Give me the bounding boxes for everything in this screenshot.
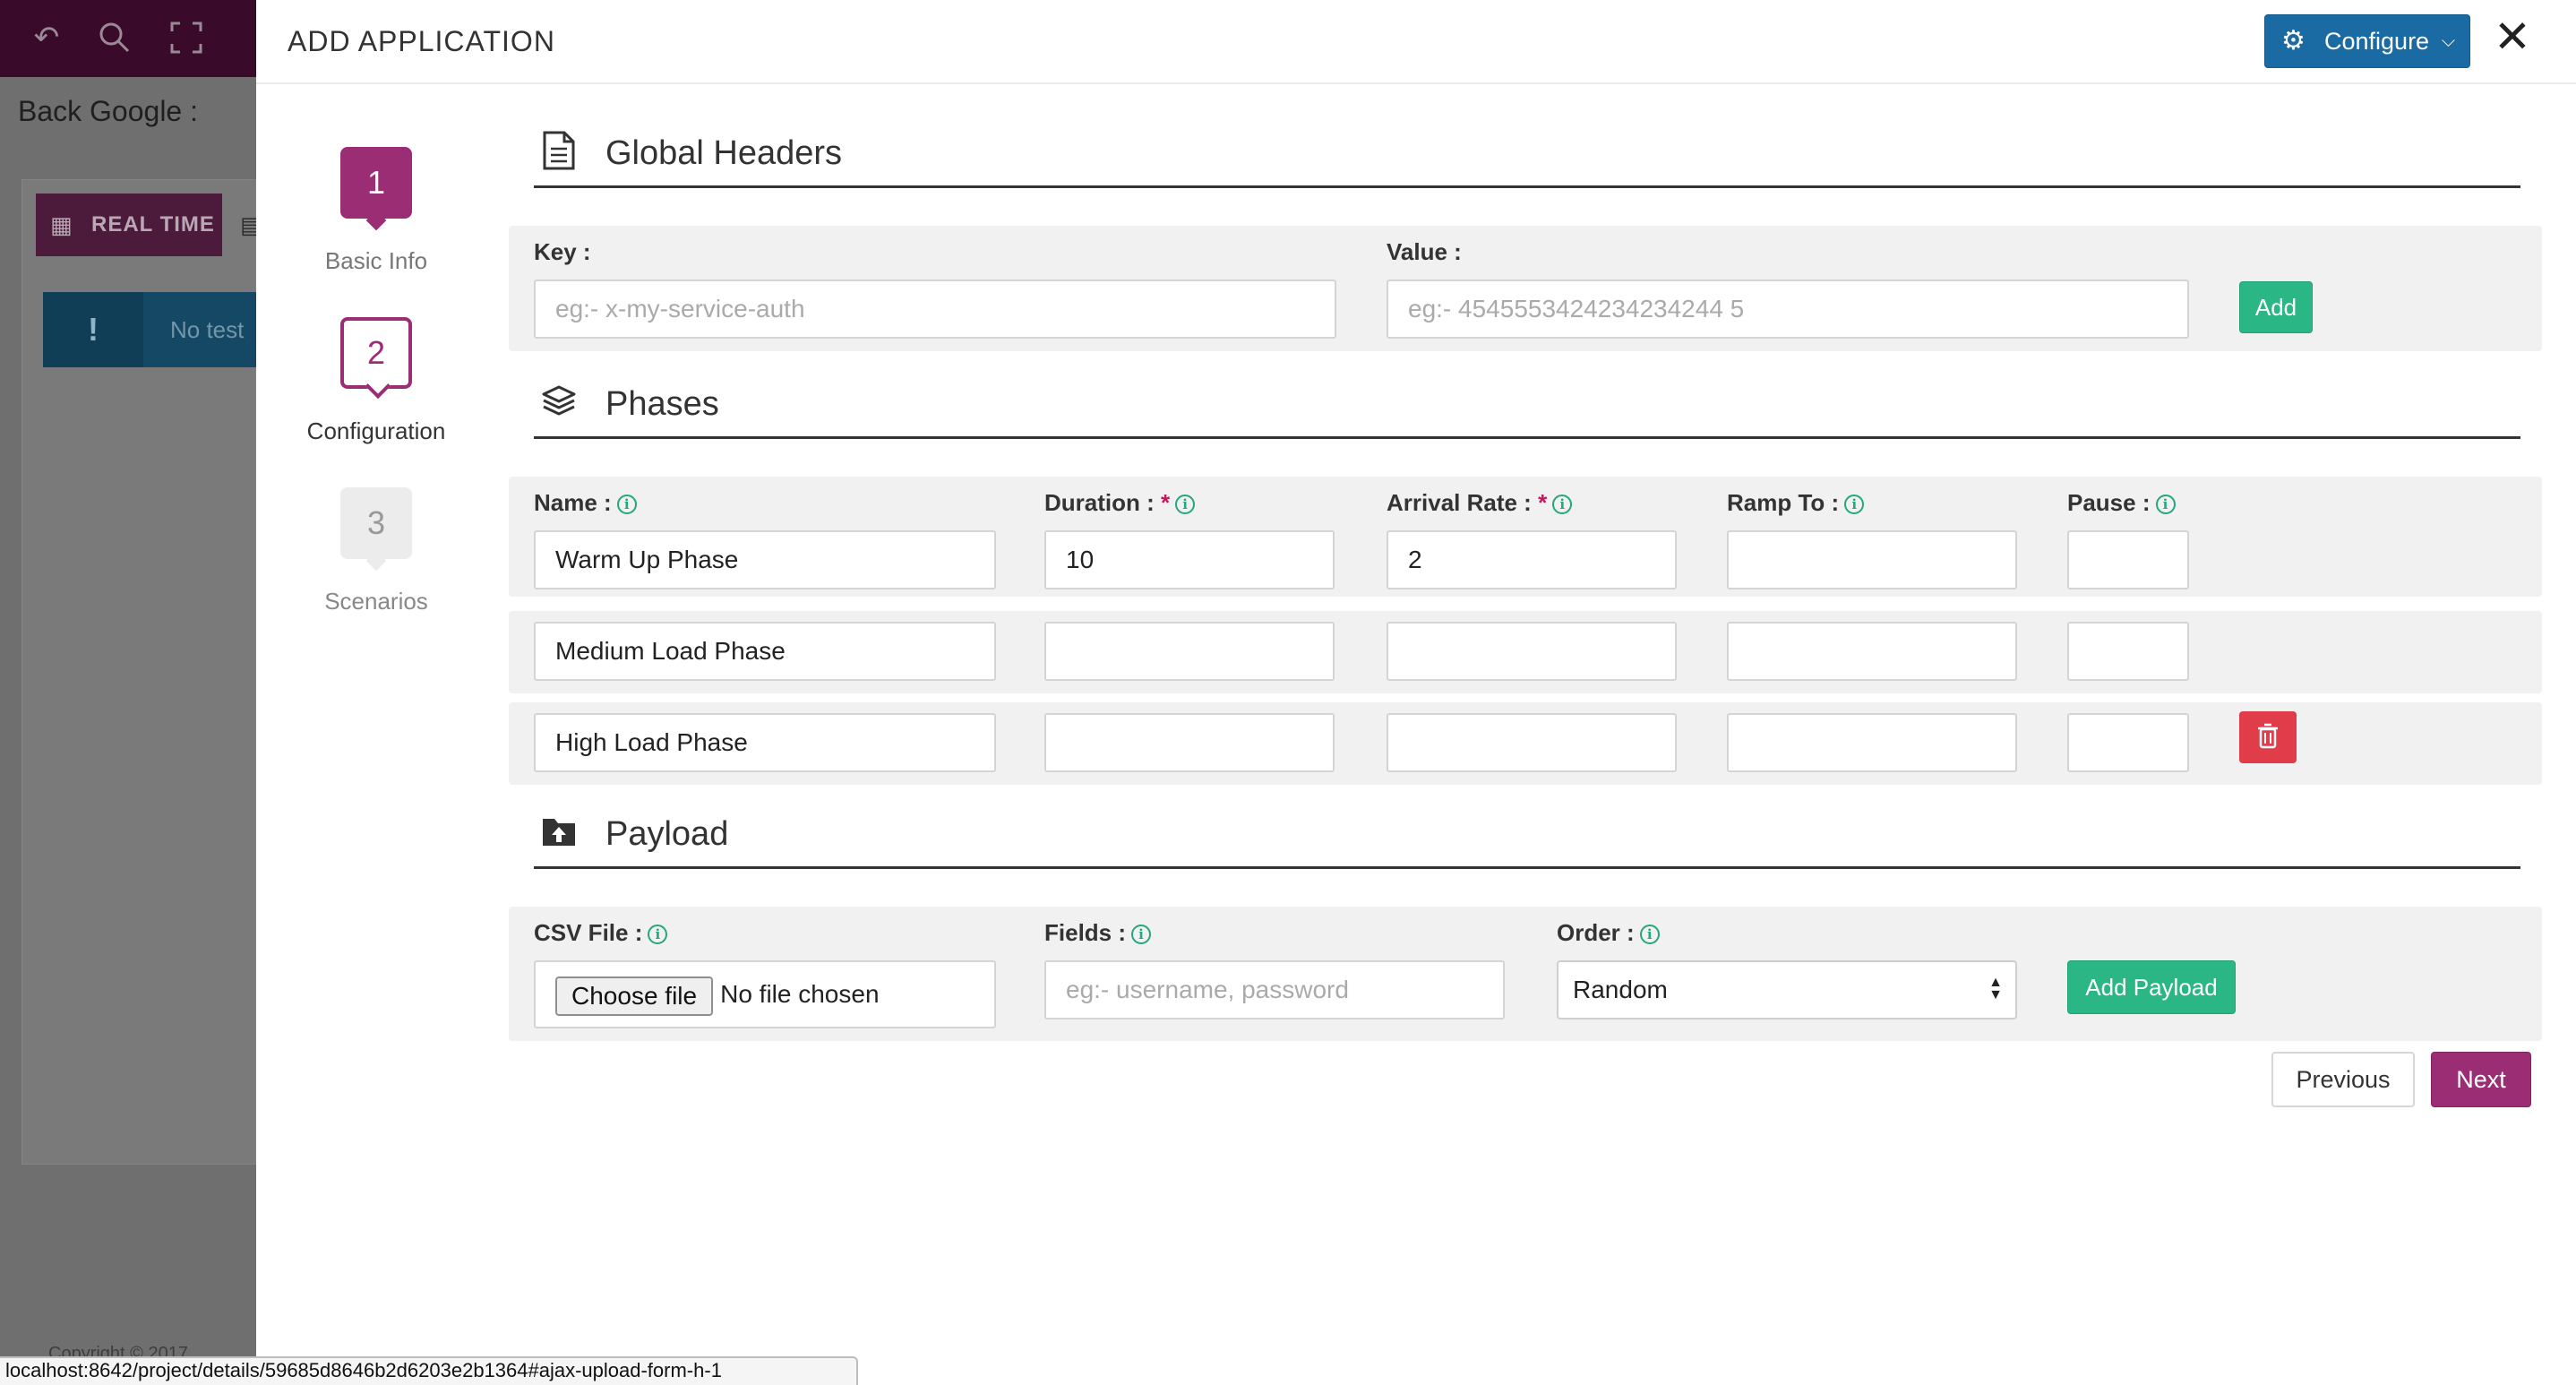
phase-arrival-rate-input[interactable] <box>1387 713 1677 772</box>
phase-ramp-to-label: Ramp To :i <box>1727 489 1865 517</box>
key-label: Key : <box>534 238 591 265</box>
step-3-label[interactable]: Scenarios <box>287 588 466 615</box>
phase-row-1: Name :i Duration : * i Arrival Rate : * i … <box>509 477 2542 597</box>
close-icon[interactable]: ✕ <box>2490 14 2535 61</box>
exclamation-icon: ! <box>43 292 143 367</box>
add-application-modal: ADD APPLICATION ⚙ Configure ⌵ ✕ 1 Basic … <box>256 0 2576 1385</box>
step-2-label[interactable]: Configuration <box>287 417 466 445</box>
phase-duration-input[interactable]: 10 <box>1044 530 1335 589</box>
payload-row: CSV File :i Fields :i Order :i Choose fi… <box>509 907 2542 1041</box>
fields-label: Fields :i <box>1044 919 1152 947</box>
csv-file-label: CSV File :i <box>534 919 668 947</box>
phase-name-input[interactable]: Medium Load Phase <box>534 622 996 681</box>
phase-row-2: Medium Load Phase <box>509 611 2542 693</box>
folder-upload-icon <box>543 819 575 846</box>
phase-row-3: High Load Phase <box>509 702 2542 785</box>
background-page-title: Back Google : <box>18 95 198 127</box>
phase-name-label: Name :i <box>534 489 637 517</box>
step-1-label[interactable]: Basic Info <box>287 247 466 275</box>
phases-section-header: Phases <box>534 376 2520 439</box>
phase-duration-label: Duration : * i <box>1044 489 1196 517</box>
csv-file-input[interactable]: Choose file No file chosen <box>534 960 996 1028</box>
phases-title: Phases <box>605 385 719 423</box>
info-icon[interactable]: i <box>1175 495 1196 514</box>
payload-section-header: Payload <box>534 806 2520 869</box>
phase-duration-input[interactable] <box>1044 622 1335 681</box>
phase-pause-input[interactable] <box>2067 713 2189 772</box>
select-arrows-icon: ▲ ▼ <box>1988 975 2003 1002</box>
fullscreen-icon[interactable] <box>168 20 204 56</box>
step-3-badge[interactable]: 3 <box>340 487 412 559</box>
back-arrow-icon[interactable]: ↶ <box>29 20 64 56</box>
info-icon[interactable]: i <box>1552 495 1573 514</box>
phase-pause-input[interactable] <box>2067 530 2189 589</box>
payload-title: Payload <box>605 815 729 853</box>
status-bar-url: localhost:8642/project/details/59685d864… <box>0 1356 858 1385</box>
trash-icon <box>2258 723 2278 749</box>
delete-phase-button[interactable] <box>2239 711 2297 763</box>
phase-arrival-rate-label: Arrival Rate : * i <box>1387 489 1573 517</box>
step-1-badge[interactable]: 1 <box>340 147 412 219</box>
background-app: ↶ Back Google : ▦ REAL TIME ▤ ! No test … <box>0 0 256 1385</box>
phase-ramp-to-input[interactable] <box>1727 713 2017 772</box>
header-key-input[interactable]: eg:- x-my-service-auth <box>534 280 1336 339</box>
order-label: Order :i <box>1557 919 1660 947</box>
info-icon[interactable]: i <box>1639 925 1660 944</box>
background-tab-real-time[interactable]: ▦ REAL TIME <box>36 194 222 256</box>
order-select[interactable]: Random ▲ ▼ <box>1557 960 2017 1019</box>
table-icon: ▦ <box>50 211 73 238</box>
info-icon[interactable]: i <box>1844 495 1865 514</box>
info-icon[interactable]: i <box>2155 495 2176 514</box>
background-topbar: ↶ <box>0 0 256 77</box>
next-button[interactable]: Next <box>2431 1052 2531 1107</box>
info-icon[interactable]: i <box>1131 925 1152 944</box>
previous-button[interactable]: Previous <box>2271 1052 2415 1107</box>
info-icon[interactable]: i <box>648 925 668 944</box>
phase-arrival-rate-input[interactable] <box>1387 622 1677 681</box>
add-payload-button[interactable]: Add Payload <box>2067 960 2236 1014</box>
gear-icon: ⚙ <box>2281 26 2306 56</box>
search-icon[interactable] <box>97 20 133 56</box>
document-icon <box>543 131 575 170</box>
modal-header: ADD APPLICATION ⚙ Configure ⌵ ✕ <box>256 0 2576 84</box>
header-value-input[interactable]: eg:- 4545553424234234244 5 <box>1387 280 2189 339</box>
configure-button[interactable]: ⚙ Configure ⌵ <box>2264 14 2470 68</box>
value-label: Value : <box>1387 238 1462 265</box>
step-2-badge[interactable]: 2 <box>340 317 412 389</box>
phase-arrival-rate-input[interactable]: 2 <box>1387 530 1677 589</box>
phase-name-input[interactable]: High Load Phase <box>534 713 996 772</box>
background-tab-icon[interactable]: ▤ <box>240 194 256 256</box>
no-file-text: No file chosen <box>720 980 880 1008</box>
phase-duration-input[interactable] <box>1044 713 1335 772</box>
phase-ramp-to-input[interactable] <box>1727 622 2017 681</box>
global-header-row: Key : eg:- x-my-service-auth Value : eg:… <box>509 226 2542 351</box>
choose-file-button[interactable]: Choose file <box>555 976 714 1016</box>
fields-input[interactable]: eg:- username, password <box>1044 960 1505 1019</box>
background-alert: ! No test <box>43 292 256 367</box>
global-headers-title: Global Headers <box>605 134 843 172</box>
layers-icon <box>542 385 576 416</box>
phase-name-input[interactable]: Warm Up Phase <box>534 530 996 589</box>
chevron-down-icon: ⌵ <box>2441 31 2455 51</box>
phase-ramp-to-input[interactable] <box>1727 530 2017 589</box>
phase-pause-input[interactable] <box>2067 622 2189 681</box>
modal-title: ADD APPLICATION <box>288 25 555 57</box>
phase-pause-label: Pause :i <box>2067 489 2176 517</box>
global-headers-section-header: Global Headers <box>534 125 2520 188</box>
add-header-button[interactable]: Add <box>2239 281 2313 333</box>
info-icon[interactable]: i <box>616 495 637 514</box>
